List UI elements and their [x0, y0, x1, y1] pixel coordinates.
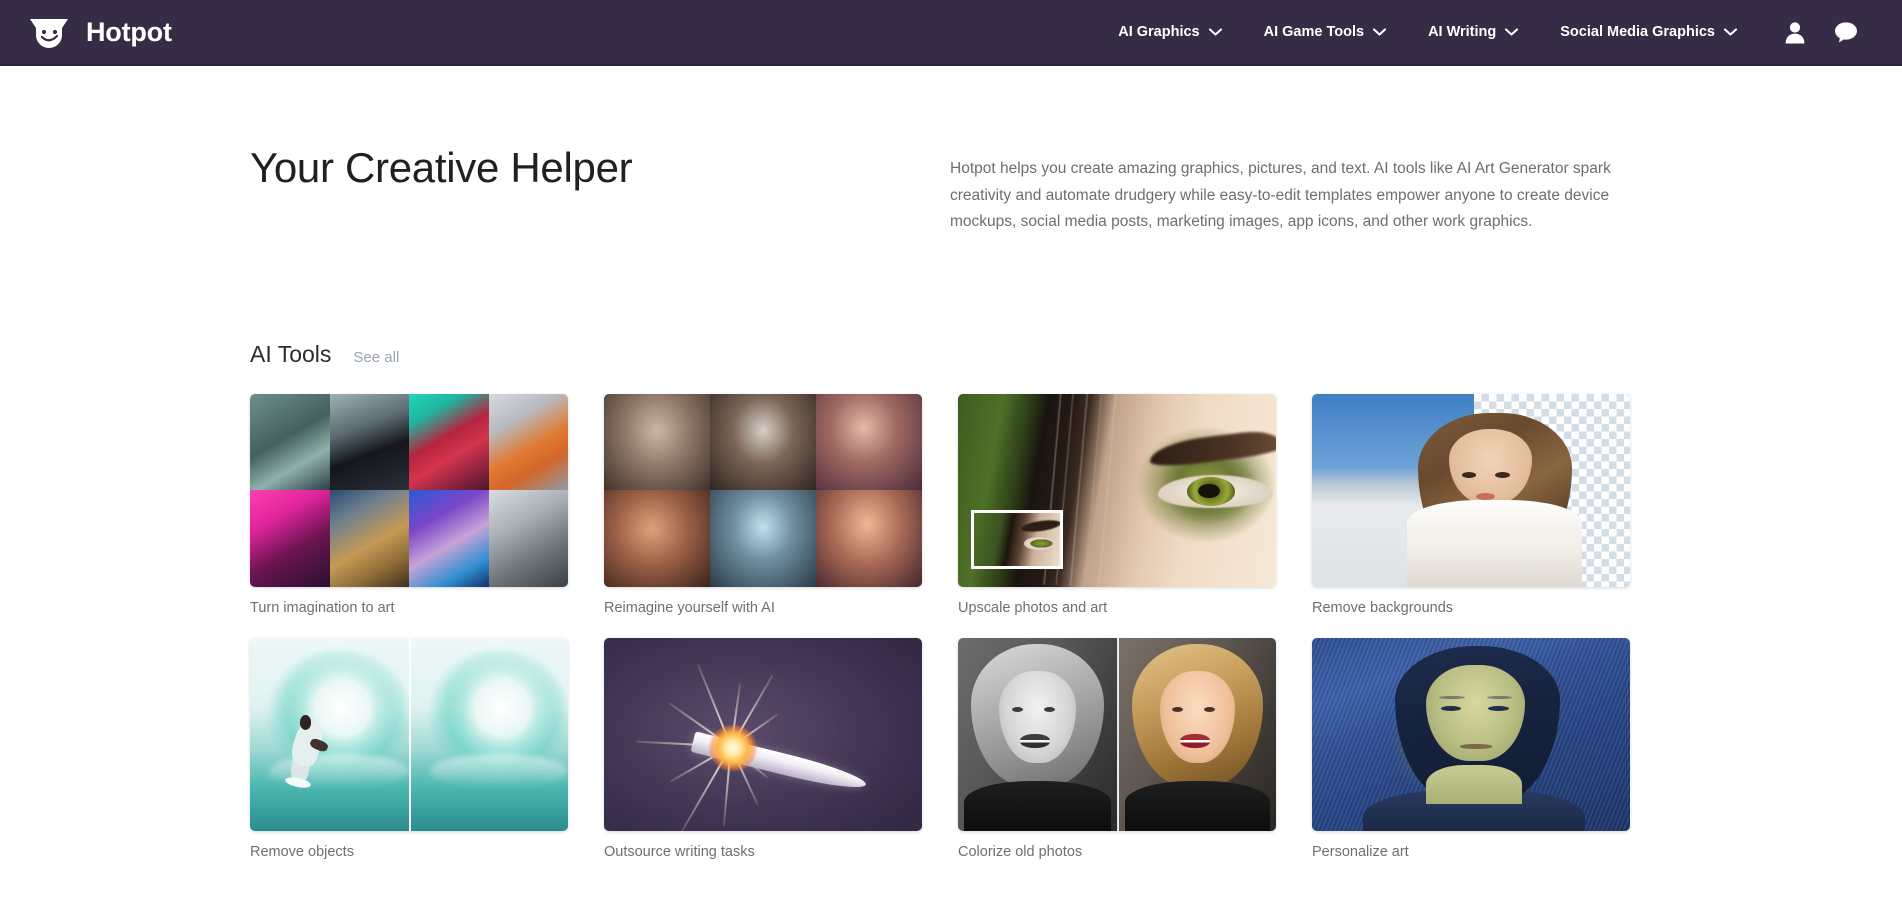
tool-card-remove-objects[interactable]: Remove objects [250, 638, 568, 860]
chevron-down-icon [1724, 24, 1737, 40]
bw-to-color-portrait-thumbnail [958, 638, 1276, 831]
tool-card-personalize-art[interactable]: Personalize art [1312, 638, 1630, 860]
section-title: AI Tools [250, 341, 331, 368]
section-header-ai-tools: AI Tools See all [250, 341, 1902, 368]
chat-bubble-icon[interactable] [1834, 21, 1858, 43]
tool-card-colorize-old-photos[interactable]: Colorize old photos [958, 638, 1276, 860]
site-header: Hotpot AI Graphics AI Game Tools AI Writ… [0, 0, 1902, 66]
chevron-down-icon [1373, 24, 1386, 40]
nav-item-label: Social Media Graphics [1560, 24, 1715, 40]
tool-card-reimagine-yourself-with-ai[interactable]: Reimagine yourself with AI [604, 394, 922, 616]
header-icon-group [1784, 21, 1858, 44]
tool-card-upscale-photos-and-art[interactable]: Upscale photos and art [958, 394, 1276, 616]
main-content: Your Creative Helper Hotpot helps you cr… [0, 66, 1902, 860]
hero-description: Hotpot helps you create amazing graphics… [950, 144, 1640, 236]
surfer-wave-before-after-thumbnail [250, 638, 568, 831]
stylized-mona-lisa-thumbnail [1312, 638, 1630, 831]
nav-item-label: AI Graphics [1118, 24, 1199, 40]
ai-portrait-grid-thumbnail [604, 394, 922, 587]
nav-item-ai-writing[interactable]: AI Writing [1407, 24, 1539, 40]
sparkler-pen-thumbnail [604, 638, 922, 831]
page-title: Your Creative Helper [250, 144, 750, 236]
tool-card-label: Reimagine yourself with AI [604, 600, 922, 616]
tool-card-label: Upscale photos and art [958, 600, 1276, 616]
chevron-down-icon [1209, 24, 1222, 40]
brand-name: Hotpot [86, 17, 172, 48]
nav-item-ai-game-tools[interactable]: AI Game Tools [1243, 24, 1407, 40]
portrait-transparent-background-thumbnail [1312, 394, 1630, 587]
tool-card-turn-imagination-to-art[interactable]: Turn imagination to art [250, 394, 568, 616]
user-account-icon[interactable] [1784, 21, 1806, 44]
nav-item-ai-graphics[interactable]: AI Graphics [1097, 24, 1242, 40]
nav-item-label: AI Writing [1428, 24, 1496, 40]
see-all-link[interactable]: See all [353, 349, 399, 366]
brand-logo-link[interactable]: Hotpot [26, 15, 172, 49]
tool-card-label: Outsource writing tasks [604, 844, 922, 860]
tool-card-label: Remove objects [250, 844, 568, 860]
ai-art-grid-thumbnail [250, 394, 568, 587]
tool-card-label: Remove backgrounds [1312, 600, 1630, 616]
tool-card-outsource-writing-tasks[interactable]: Outsource writing tasks [604, 638, 922, 860]
hotpot-smiling-pot-icon [26, 15, 72, 49]
nav-item-label: AI Game Tools [1264, 24, 1364, 40]
upscale-crop-region [971, 510, 1063, 569]
chevron-down-icon [1505, 24, 1518, 40]
tool-card-remove-backgrounds[interactable]: Remove backgrounds [1312, 394, 1630, 616]
tool-card-label: Personalize art [1312, 844, 1630, 860]
hero-section: Your Creative Helper Hotpot helps you cr… [250, 66, 1902, 236]
nav-item-social-media-graphics[interactable]: Social Media Graphics [1539, 24, 1758, 40]
eye-closeup-upscale-thumbnail [958, 394, 1276, 587]
main-navigation: AI Graphics AI Game Tools AI Writing Soc… [1097, 21, 1858, 44]
tool-card-label: Colorize old photos [958, 844, 1276, 860]
ai-tools-grid: Turn imagination to art Reimagine yourse… [250, 394, 1902, 860]
tool-card-label: Turn imagination to art [250, 600, 568, 616]
